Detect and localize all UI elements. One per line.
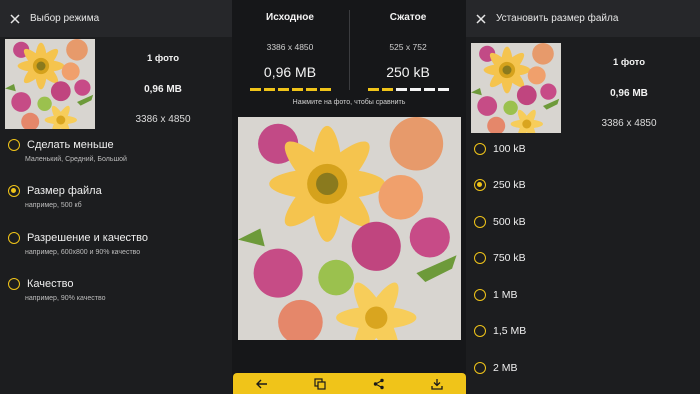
option-label: 750 kB [493, 252, 526, 264]
radio-button[interactable] [474, 289, 486, 301]
compare-hint: Нажмите на фото, чтобы сравнить [292, 99, 406, 106]
panel-title: Выбор режима [30, 13, 100, 24]
option-label: Сделать меньше [27, 139, 114, 151]
radio-button[interactable] [8, 139, 20, 151]
size-option-1mb[interactable]: 1 MB [474, 289, 518, 301]
flower-photo-image [471, 43, 561, 133]
compressed-size-bar [350, 88, 466, 91]
radio-button[interactable] [8, 278, 20, 290]
copy-icon [314, 377, 326, 390]
mode-option-resolution-quality[interactable]: Разрешение и качество например, 600x800 … [8, 232, 228, 256]
radio-button[interactable] [474, 216, 486, 228]
photo-thumbnail[interactable] [5, 39, 95, 129]
share-icon [373, 378, 384, 389]
comparison-panel: Исходное 3386 x 4850 0,96 MB Сжатое 525 … [232, 0, 466, 394]
option-label: 1 MB [493, 289, 518, 301]
panel-title: Установить размер файла [496, 13, 619, 24]
option-hint: например, 90% качество [25, 295, 106, 302]
back-arrow-icon [256, 379, 268, 388]
original-column: Исходное 3386 x 4850 0,96 MB [232, 0, 348, 91]
mode-selection-panel: Выбор режима 1 фото 0,96 MB 3386 x 4850 … [0, 0, 232, 394]
mode-selection-header: Выбор режима [0, 0, 232, 37]
option-label: Качество [27, 278, 74, 290]
close-icon [476, 13, 486, 24]
size-option-500kb[interactable]: 500 kB [474, 216, 526, 228]
compressed-dimensions: 525 x 752 [389, 42, 427, 52]
radio-button[interactable] [474, 143, 486, 155]
option-hint: например, 500 кб [25, 202, 82, 209]
radio-button[interactable] [8, 232, 20, 244]
radio-button-selected[interactable] [8, 185, 20, 197]
original-size: 0,96 MB [263, 64, 317, 80]
size-option-100kb[interactable]: 100 kB [474, 143, 526, 155]
size-option-750kb[interactable]: 750 kB [474, 252, 526, 264]
original-dimensions: 3386 x 4850 [266, 42, 314, 52]
file-size-header: Установить размер файла [466, 0, 700, 37]
action-toolbar [233, 373, 466, 394]
option-label: 500 kB [493, 216, 526, 228]
file-size: 0,96 MB [610, 88, 648, 99]
download-button[interactable] [425, 375, 449, 393]
download-icon [431, 378, 443, 390]
radio-button-selected[interactable] [474, 179, 486, 191]
flower-photo-image [238, 117, 461, 340]
image-dimensions: 3386 x 4850 [135, 114, 191, 125]
mode-option-make-smaller[interactable]: Сделать меньше Маленький, Средний, Больш… [8, 139, 228, 163]
radio-button[interactable] [474, 362, 486, 374]
option-label: 2 MB [493, 362, 518, 374]
photo-count: 1 фото [612, 57, 645, 68]
mode-option-quality[interactable]: Качество например, 90% качество [8, 278, 228, 302]
size-option-250kb[interactable]: 250 kB [474, 179, 526, 191]
compressed-column: Сжатое 525 x 752 250 kB [350, 0, 466, 91]
back-button[interactable] [250, 375, 274, 393]
preview-photo[interactable] [238, 117, 461, 340]
photo-info: 1 фото 0,96 MB 3386 x 4850 [569, 57, 689, 129]
compressed-size: 250 kB [386, 64, 430, 80]
size-option-1-5mb[interactable]: 1,5 MB [474, 325, 526, 337]
file-size-panel: Установить размер файла 1 фото 0,96 MB 3… [466, 0, 700, 394]
image-dimensions: 3386 x 4850 [601, 118, 657, 129]
copy-button[interactable] [308, 375, 332, 393]
close-icon [10, 13, 20, 24]
photo-count: 1 фото [146, 53, 179, 64]
option-label: 1,5 MB [493, 325, 527, 337]
photo-info: 1 фото 0,96 MB 3386 x 4850 [103, 53, 223, 125]
flower-photo-image [5, 39, 95, 129]
photo-thumbnail[interactable] [471, 43, 561, 133]
compressed-header: Сжатое [389, 12, 427, 23]
close-button[interactable] [0, 0, 30, 37]
mode-option-file-size[interactable]: Размер файла например, 500 кб [8, 185, 228, 209]
radio-button[interactable] [474, 325, 486, 337]
size-option-2mb[interactable]: 2 MB [474, 362, 518, 374]
option-label: Разрешение и качество [27, 232, 148, 244]
close-button[interactable] [466, 0, 496, 37]
radio-button[interactable] [474, 252, 486, 264]
option-hint: Маленький, Средний, Большой [25, 156, 127, 163]
original-header: Исходное [266, 12, 314, 23]
option-hint: например, 600x800 и 90% качество [25, 249, 141, 256]
option-label: 100 kB [493, 143, 526, 155]
option-label: Размер файла [27, 185, 102, 197]
original-size-bar [232, 88, 348, 91]
option-label: 250 kB [493, 179, 526, 191]
share-button[interactable] [367, 375, 391, 393]
file-size: 0,96 MB [144, 84, 182, 95]
